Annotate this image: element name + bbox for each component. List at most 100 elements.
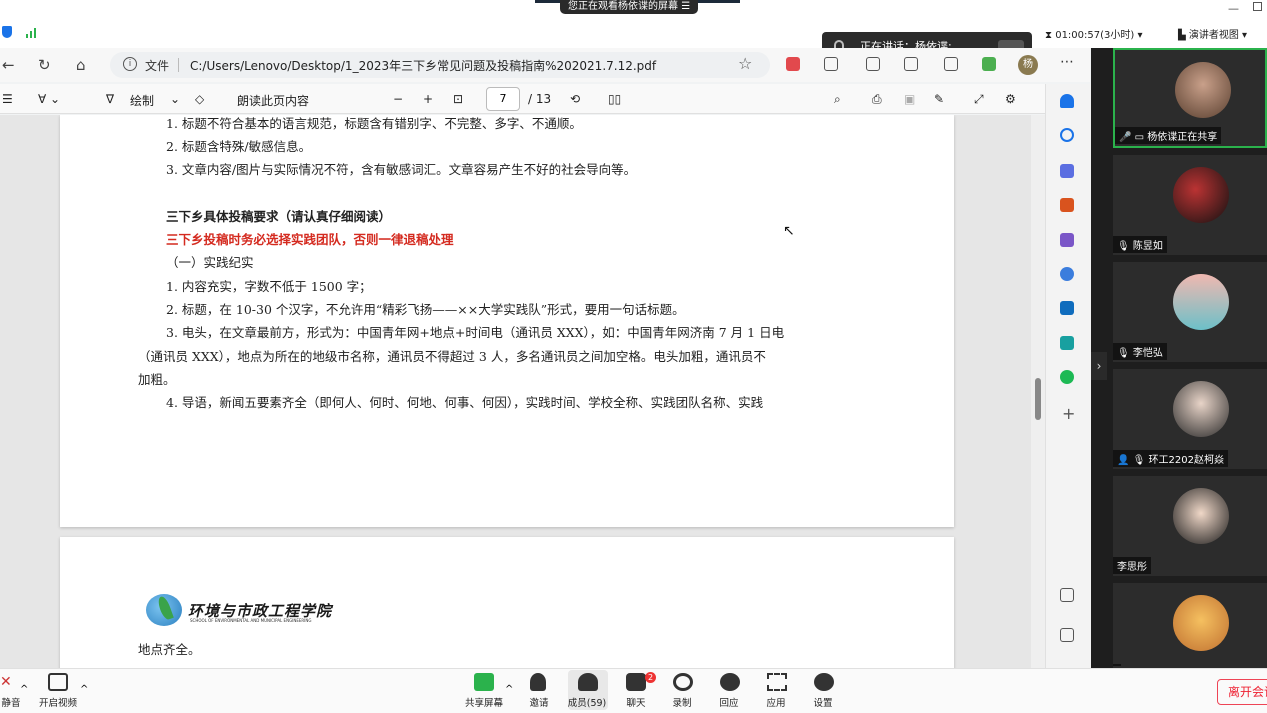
draw-icon[interactable]: ∇ xyxy=(106,92,114,106)
participant-tile[interactable]: 👤 🎙 环工2202赵柯焱 xyxy=(1113,369,1267,469)
share-banner: 您正在观看杨依谍的屏幕 ☰ xyxy=(560,0,699,14)
split-screen-icon[interactable] xyxy=(866,57,880,71)
copilot-icon[interactable] xyxy=(1060,267,1074,281)
extension-red-icon[interactable] xyxy=(786,57,800,71)
eraser-icon[interactable]: ◇ xyxy=(195,92,204,106)
mic-off-icon[interactable]: ✕ xyxy=(0,674,12,690)
participant-name: 👤 🎙 环工2202赵柯焱 xyxy=(1113,450,1228,467)
print-icon[interactable]: ⎙ xyxy=(872,92,882,107)
favorites-icon[interactable] xyxy=(904,57,918,71)
restore-icon[interactable] xyxy=(1253,2,1262,11)
doc-line: 1. 内容充实，字数不低于 1500 字； xyxy=(166,279,372,294)
outlook-icon[interactable] xyxy=(1060,301,1074,315)
page-total: / 13 xyxy=(528,92,552,106)
rotate-icon[interactable]: ⟲ xyxy=(570,92,580,106)
scrollbar-thumb[interactable] xyxy=(1035,378,1041,420)
participant-tile[interactable]: 🎙 李恺弘 xyxy=(1113,262,1267,362)
save-icon[interactable]: ▣ xyxy=(904,92,915,106)
save-as-icon[interactable]: ✎ xyxy=(934,92,944,106)
collapse-panel-icon[interactable]: › xyxy=(1091,352,1107,380)
record-icon[interactable] xyxy=(673,673,693,691)
doc-line: 地点齐全。 xyxy=(138,642,201,657)
meeting-timer[interactable]: ⧗ 01:00:57(3小时) ▾ xyxy=(1045,26,1142,41)
fit-page-icon[interactable]: ⊡ xyxy=(453,92,463,106)
invite-icon[interactable] xyxy=(530,673,546,691)
add-icon[interactable]: + xyxy=(1062,404,1075,423)
doc-line: （通讯员 XXX），地点为所在的地级市名称，通讯员不得超过 3 人，多名通讯员之… xyxy=(138,349,766,364)
shield-icon[interactable] xyxy=(2,26,12,38)
record-button[interactable]: 录制 xyxy=(657,695,707,709)
search-icon[interactable] xyxy=(1060,128,1074,142)
toolbox-icon[interactable] xyxy=(1060,198,1074,212)
back-icon[interactable]: ← xyxy=(2,56,15,74)
refresh-icon[interactable]: ↻ xyxy=(38,56,51,74)
video-button[interactable]: 开启视频 xyxy=(33,695,83,709)
drop-icon[interactable] xyxy=(1060,336,1074,350)
settings-icon[interactable]: ⚙ xyxy=(1005,92,1016,106)
page-number-input[interactable]: 7 xyxy=(486,87,520,111)
apps-icon[interactable] xyxy=(767,673,787,691)
shopping-tag-icon[interactable] xyxy=(1060,164,1074,178)
participant-tile[interactable]: 李思彤 xyxy=(1113,476,1267,576)
chat-button[interactable]: 聊天 xyxy=(611,695,661,709)
games-icon[interactable] xyxy=(1060,233,1074,247)
home-icon[interactable]: ⌂ xyxy=(76,56,86,74)
video-off-icon[interactable] xyxy=(48,673,68,691)
chevron-up-icon[interactable]: ^ xyxy=(505,684,513,695)
members-icon[interactable] xyxy=(578,673,598,691)
more-icon[interactable]: ⋯ xyxy=(1060,54,1074,70)
url-text[interactable]: C:/Users/Lenovo/Desktop/1_2023年三下乡常见问题及投… xyxy=(190,57,656,74)
collections-icon[interactable] xyxy=(944,57,958,71)
reaction-icon[interactable] xyxy=(720,673,740,691)
page-view-icon[interactable]: ▯▯ xyxy=(608,92,621,106)
participant-name xyxy=(1113,664,1121,666)
share-screen-icon[interactable] xyxy=(474,673,494,691)
chevron-up-icon[interactable]: ^ xyxy=(20,684,28,695)
browser-essentials-icon[interactable] xyxy=(982,57,996,71)
participant-name-text: 李恺弘 xyxy=(1132,348,1163,359)
participant-tile[interactable]: 🎤 ▭ 杨依谍正在共享 xyxy=(1113,48,1267,148)
search-icon[interactable]: ⌕ xyxy=(834,92,841,107)
doc-line: 3. 文章内容/图片与实际情况不符，含有敏感词汇。文章容易产生不好的社会导向等。 xyxy=(166,162,637,177)
share-screen-button[interactable]: 共享屏幕 xyxy=(459,695,509,709)
participant-tile[interactable] xyxy=(1113,583,1267,668)
share-banner-text: 您正在观看杨依谍的屏幕 xyxy=(568,1,678,12)
profile-avatar[interactable]: 杨 xyxy=(1018,55,1038,75)
highlight-icon[interactable]: ∀ ⌄ xyxy=(38,92,60,106)
participant-name: 🎙 陈昱如 xyxy=(1113,236,1167,253)
chat-icon[interactable] xyxy=(626,673,646,691)
leave-meeting-button[interactable]: 离开会议 xyxy=(1217,679,1267,705)
read-aloud-button[interactable]: 朗读此页内容 xyxy=(237,92,309,109)
participant-name-text: 杨依谍正在共享 xyxy=(1147,132,1218,143)
members-button[interactable]: 成员(59) xyxy=(562,695,612,709)
participant-name-text: 陈昱如 xyxy=(1132,241,1163,252)
external-link-icon[interactable] xyxy=(1060,628,1074,642)
extension-icon[interactable] xyxy=(824,57,838,71)
bell-icon[interactable] xyxy=(1060,94,1074,108)
draw-label[interactable]: 绘制 xyxy=(130,92,154,109)
avatar xyxy=(1173,274,1229,330)
apps-button[interactable]: 应用 xyxy=(751,695,801,709)
doc-warning: 三下乡投稿时务必选择实践团队，否则一律退稿处理 xyxy=(166,232,454,247)
zoom-in-icon[interactable]: + xyxy=(423,92,433,106)
pdf-document-area[interactable]: 1. 标题不符合基本的语言规范，标题含有错别字、不完整、多字、不通顺。 2. 标… xyxy=(0,115,1045,668)
star-icon[interactable]: ☆ xyxy=(738,54,752,73)
presenter-view-button[interactable]: ▙ 演讲者视图 ▾ xyxy=(1178,26,1247,41)
reactions-button[interactable]: 回应 xyxy=(704,695,754,709)
settings-button[interactable]: 设置 xyxy=(798,695,848,709)
invite-button[interactable]: 邀请 xyxy=(514,695,564,709)
info-icon[interactable]: i xyxy=(123,57,137,71)
chevron-up-icon[interactable]: ^ xyxy=(80,684,88,695)
menu-icon[interactable]: ☰ xyxy=(681,1,690,12)
gear-icon[interactable] xyxy=(814,673,834,691)
mute-button[interactable]: 静音 xyxy=(0,695,36,709)
chevron-down-icon[interactable]: ⌄ xyxy=(170,92,180,106)
screen-capture-icon[interactable] xyxy=(1060,588,1074,602)
spotify-icon[interactable] xyxy=(1060,370,1074,384)
contents-icon[interactable]: ☰ xyxy=(2,92,13,106)
minimize-icon[interactable]: — xyxy=(1228,2,1239,15)
participant-tile[interactable]: 🎙 陈昱如 xyxy=(1113,155,1267,255)
fullscreen-icon[interactable]: ⤢ xyxy=(974,92,984,107)
zoom-out-icon[interactable]: − xyxy=(393,92,403,106)
file-label: 文件 xyxy=(145,59,170,73)
